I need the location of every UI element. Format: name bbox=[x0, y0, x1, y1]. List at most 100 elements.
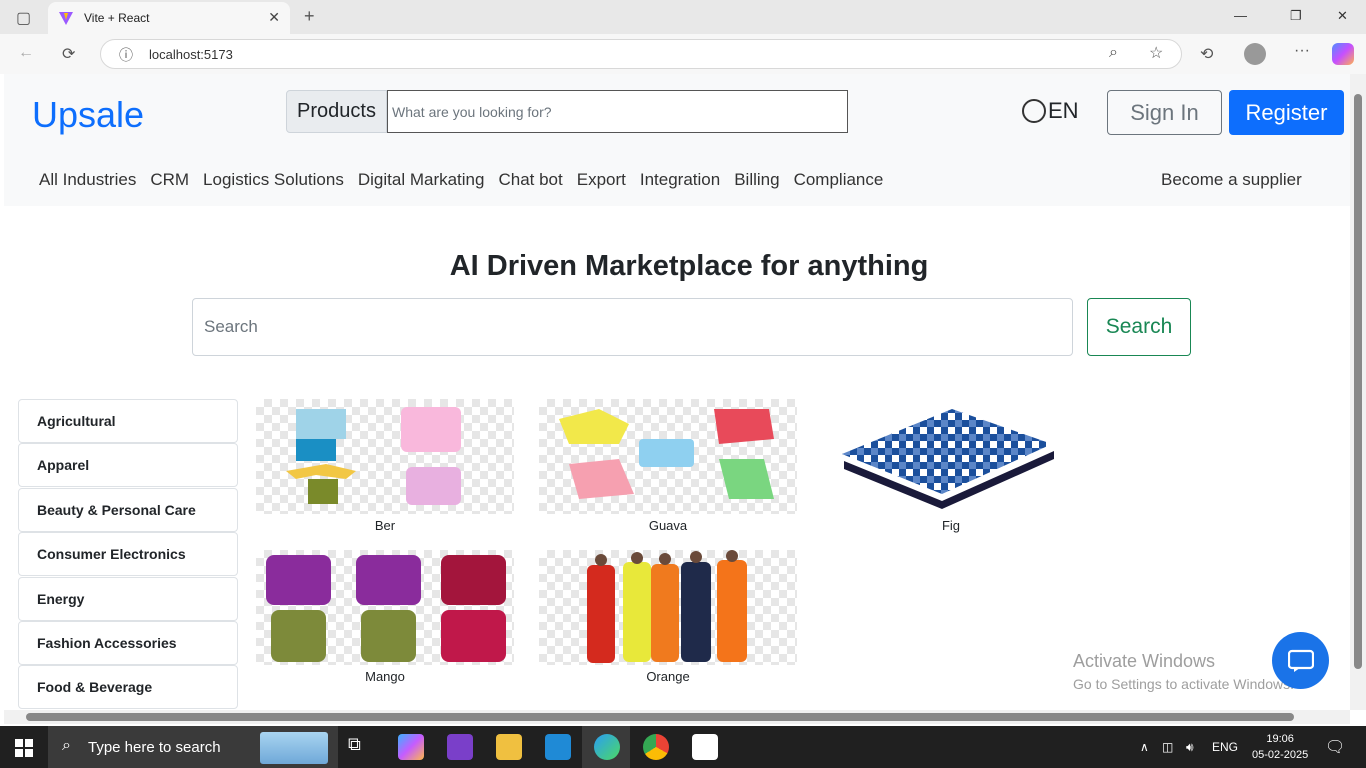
chat-bubble-icon bbox=[1287, 649, 1314, 672]
browser-tab[interactable]: Vite + React ✕ bbox=[48, 2, 290, 34]
product-card[interactable]: Mango bbox=[256, 550, 514, 684]
hero-search-input[interactable]: Search bbox=[192, 298, 1073, 356]
nav-export[interactable]: Export bbox=[577, 170, 626, 190]
product-name: Fig bbox=[941, 518, 961, 533]
category-fashion-accessories[interactable]: Fashion Accessories bbox=[18, 620, 238, 665]
web-page: Upsale Products What are you looking for… bbox=[4, 74, 1350, 710]
zoom-icon[interactable]: ⌕ bbox=[1109, 44, 1118, 62]
nav-billing[interactable]: Billing bbox=[734, 170, 779, 190]
product-search-group: Products What are you looking for? bbox=[286, 90, 848, 133]
site-header: Upsale Products What are you looking for… bbox=[4, 74, 1350, 206]
profile-avatar[interactable] bbox=[1244, 43, 1266, 65]
clock-time: 19:06 bbox=[1266, 733, 1294, 745]
extensions-icon[interactable]: ⟲ bbox=[1200, 44, 1213, 64]
notification-icon[interactable]: 🗨︎ bbox=[1325, 737, 1345, 757]
volume-icon[interactable]: 🔊︎ bbox=[1186, 740, 1194, 755]
close-tab-icon[interactable]: ✕ bbox=[268, 9, 280, 26]
product-name: Mango bbox=[365, 669, 405, 684]
globe-icon bbox=[1022, 99, 1046, 123]
new-tab-icon[interactable]: + bbox=[304, 6, 315, 27]
product-name: Ber bbox=[374, 518, 396, 533]
browser-address-bar: ← ⟳ ⓘ localhost:5173 ⌕ ☆ ⟲ ··· bbox=[0, 34, 1366, 74]
category-list: Agricultural Apparel Beauty & Personal C… bbox=[18, 399, 238, 710]
nav-logistics-solutions[interactable]: Logistics Solutions bbox=[203, 170, 344, 190]
product-name: Orange bbox=[646, 669, 690, 684]
search-highlight-image bbox=[260, 732, 328, 764]
site-info-icon[interactable]: ⓘ bbox=[119, 45, 133, 65]
category-agricultural[interactable]: Agricultural bbox=[18, 399, 238, 443]
windows-activation-subtitle: Go to Settings to activate Windows. bbox=[1073, 676, 1294, 692]
hero-title: AI Driven Marketplace for anything bbox=[449, 250, 929, 282]
category-consumer-electronics[interactable]: Consumer Electronics bbox=[18, 532, 238, 577]
taskbar-search-box[interactable]: ⌕ Type here to search bbox=[48, 726, 338, 768]
product-image[interactable] bbox=[256, 550, 514, 665]
header-search-input[interactable]: What are you looking for? bbox=[387, 90, 848, 133]
windows-taskbar: ⌕ Type here to search ⧉ ∧ ◫ 🔊︎ ENG 19:06… bbox=[0, 726, 1366, 768]
brand-logo[interactable]: Upsale bbox=[32, 94, 144, 136]
meet-icon[interactable]: ◫ bbox=[1162, 740, 1173, 754]
hero-search-button[interactable]: Search bbox=[1087, 298, 1191, 356]
url-field[interactable]: ⓘ localhost:5173 ⌕ ☆ bbox=[100, 39, 1182, 69]
copilot-icon[interactable] bbox=[1332, 43, 1354, 65]
visual-studio-icon[interactable] bbox=[447, 734, 473, 760]
category-food-beverage[interactable]: Food & Beverage bbox=[18, 665, 238, 710]
horizontal-scroll-thumb[interactable] bbox=[26, 713, 1294, 721]
vertical-scroll-thumb[interactable] bbox=[1354, 94, 1362, 669]
vertical-scrollbar[interactable] bbox=[1350, 74, 1366, 710]
nav-chat-bot[interactable]: Chat bot bbox=[498, 170, 562, 190]
product-card[interactable]: Orange bbox=[539, 550, 797, 684]
nav-integration[interactable]: Integration bbox=[640, 170, 720, 190]
product-image[interactable] bbox=[822, 399, 1080, 514]
register-button[interactable]: Register bbox=[1229, 90, 1344, 135]
task-view-icon[interactable]: ⧉ bbox=[348, 734, 374, 760]
product-image[interactable] bbox=[256, 399, 514, 514]
chrome-icon[interactable] bbox=[643, 734, 669, 760]
category-apparel[interactable]: Apparel bbox=[18, 443, 238, 488]
more-menu-icon[interactable]: ··· bbox=[1294, 42, 1310, 60]
become-supplier-link[interactable]: Become a supplier bbox=[1161, 170, 1302, 190]
search-icon: ⌕ bbox=[62, 737, 71, 754]
tab-title: Vite + React bbox=[84, 11, 150, 25]
restore-icon[interactable]: ❐ bbox=[1290, 8, 1302, 24]
url-text: localhost:5173 bbox=[149, 47, 233, 62]
industry-nav: All Industries CRM Logistics Solutions D… bbox=[39, 170, 883, 190]
product-card[interactable]: Ber bbox=[256, 399, 514, 533]
file-explorer-icon[interactable] bbox=[496, 734, 522, 760]
taskbar-search-text: Type here to search bbox=[88, 739, 221, 756]
language-indicator[interactable]: ENG bbox=[1212, 740, 1238, 754]
nav-digital-marketing[interactable]: Digital Markating bbox=[358, 170, 485, 190]
windows-activation-title: Activate Windows bbox=[1073, 651, 1216, 671]
category-beauty-personal-care[interactable]: Beauty & Personal Care bbox=[18, 487, 238, 532]
horizontal-scrollbar[interactable] bbox=[4, 710, 1350, 724]
favorite-star-icon[interactable]: ☆ bbox=[1149, 43, 1163, 63]
system-clock[interactable]: 19:06 05-02-2025 bbox=[1252, 731, 1308, 763]
app-icon[interactable] bbox=[692, 734, 718, 760]
nav-compliance[interactable]: Compliance bbox=[794, 170, 884, 190]
copilot-taskbar-icon[interactable] bbox=[398, 734, 424, 760]
language-label: EN bbox=[1048, 98, 1079, 123]
vite-favicon-icon bbox=[59, 12, 73, 25]
language-selector[interactable]: EN bbox=[1022, 98, 1079, 124]
edge-icon[interactable] bbox=[594, 734, 620, 760]
product-name: Guava bbox=[648, 518, 688, 533]
windows-start-icon[interactable] bbox=[15, 739, 33, 757]
nav-crm[interactable]: CRM bbox=[150, 170, 189, 190]
minimize-icon[interactable]: — bbox=[1234, 8, 1247, 23]
tab-actions-icon[interactable]: ▢ bbox=[16, 8, 31, 28]
product-card[interactable]: Fig bbox=[822, 399, 1080, 533]
browser-tab-bar: ▢ Vite + React ✕ + — ❐ ✕ bbox=[0, 0, 1366, 34]
clock-date: 05-02-2025 bbox=[1252, 749, 1309, 761]
product-card[interactable]: Guava bbox=[539, 399, 797, 533]
sign-in-button[interactable]: Sign In bbox=[1107, 90, 1222, 135]
refresh-icon[interactable]: ⟳ bbox=[62, 44, 75, 64]
tray-overflow-icon[interactable]: ∧ bbox=[1140, 740, 1149, 754]
vscode-icon[interactable] bbox=[545, 734, 571, 760]
category-energy[interactable]: Energy bbox=[18, 576, 238, 621]
products-label: Products bbox=[286, 90, 387, 133]
close-window-icon[interactable]: ✕ bbox=[1337, 8, 1348, 24]
chat-button[interactable] bbox=[1272, 632, 1329, 689]
back-icon[interactable]: ← bbox=[18, 44, 34, 62]
product-image[interactable] bbox=[539, 399, 797, 514]
nav-all-industries[interactable]: All Industries bbox=[39, 170, 136, 190]
product-image[interactable] bbox=[539, 550, 797, 665]
